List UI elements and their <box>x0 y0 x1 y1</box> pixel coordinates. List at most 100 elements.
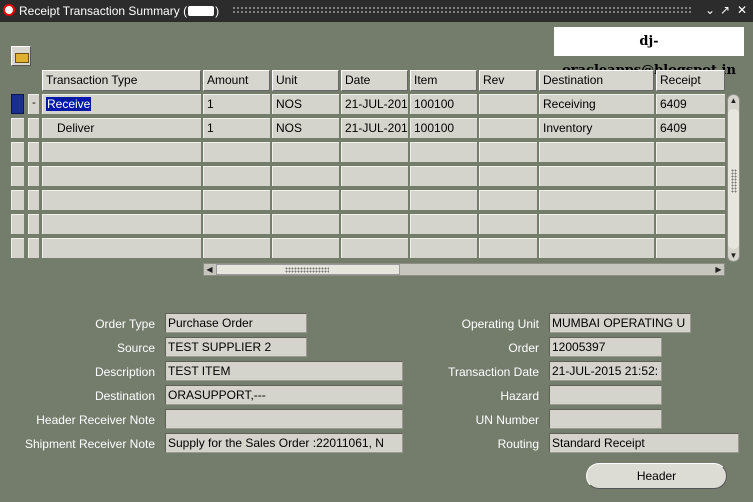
description-field[interactable]: TEST ITEM <box>165 361 403 381</box>
cell-transaction-type[interactable]: Deliver <box>42 118 201 138</box>
cell-amount[interactable] <box>203 214 270 234</box>
cell-unit[interactable] <box>272 166 339 186</box>
shipment-receiver-note-field[interactable]: Supply for the Sales Order :22011061, N <box>165 433 403 453</box>
cell-unit[interactable] <box>272 238 339 258</box>
cell-rev[interactable] <box>479 118 537 138</box>
cell-unit[interactable] <box>272 190 339 210</box>
cell-unit[interactable]: NOS <box>272 118 339 138</box>
cell-rev[interactable] <box>479 94 537 114</box>
un-number-field[interactable] <box>549 409 662 429</box>
scroll-down-icon[interactable]: ▼ <box>728 250 739 261</box>
routing-field[interactable]: Standard Receipt <box>549 433 739 453</box>
cell-transaction-type[interactable] <box>42 214 201 234</box>
row-expander[interactable] <box>28 190 39 210</box>
cell-unit[interactable] <box>272 214 339 234</box>
column-header-unit[interactable]: Unit <box>272 70 339 91</box>
maximize-icon[interactable]: ↗ <box>718 3 732 17</box>
cell-receipt[interactable] <box>656 142 725 162</box>
cell-item[interactable]: 100100 <box>410 94 477 114</box>
cell-amount[interactable] <box>203 166 270 186</box>
cell-amount[interactable] <box>203 238 270 258</box>
row-expander[interactable] <box>28 118 39 138</box>
horizontal-scroll-thumb[interactable] <box>216 264 400 275</box>
order-field[interactable]: 12005397 <box>549 337 662 357</box>
header-button[interactable]: Header <box>586 463 727 489</box>
row-indicator[interactable] <box>11 142 24 162</box>
row-indicator[interactable] <box>11 94 24 114</box>
cell-destination[interactable] <box>539 142 654 162</box>
cell-amount[interactable] <box>203 142 270 162</box>
vertical-scroll-thumb[interactable] <box>728 109 739 249</box>
cell-date[interactable] <box>341 214 408 234</box>
cell-destination[interactable]: Receiving <box>539 94 654 114</box>
cell-date[interactable] <box>341 142 408 162</box>
folder-open-button[interactable] <box>11 46 31 66</box>
row-expander[interactable]: - <box>28 94 39 114</box>
cell-receipt[interactable]: 6409 <box>656 94 725 114</box>
source-field[interactable]: TEST SUPPLIER 2 <box>165 337 307 357</box>
cell-amount[interactable] <box>203 190 270 210</box>
destination-field[interactable]: ORASUPPORT,--- <box>165 385 403 405</box>
cell-destination[interactable]: Inventory <box>539 118 654 138</box>
order-type-field[interactable]: Purchase Order <box>165 313 307 333</box>
cell-rev[interactable] <box>479 238 537 258</box>
cell-rev[interactable] <box>479 166 537 186</box>
cell-item[interactable] <box>410 142 477 162</box>
cell-receipt[interactable] <box>656 238 725 258</box>
cell-receipt[interactable] <box>656 214 725 234</box>
cell-destination[interactable] <box>539 214 654 234</box>
title-bar-grip[interactable] <box>232 6 691 15</box>
hazard-field[interactable] <box>549 385 662 405</box>
column-header-date[interactable]: Date <box>341 70 408 91</box>
cell-receipt[interactable]: 6409 <box>656 118 725 138</box>
cell-item[interactable]: 100100 <box>410 118 477 138</box>
cell-transaction-type[interactable]: Receive <box>42 94 201 114</box>
cell-unit[interactable] <box>272 142 339 162</box>
cell-unit[interactable]: NOS <box>272 94 339 114</box>
cell-transaction-type[interactable] <box>42 142 201 162</box>
column-header-item[interactable]: Item <box>410 70 477 91</box>
scroll-left-icon[interactable]: ◀ <box>204 264 215 275</box>
row-indicator[interactable] <box>11 190 24 210</box>
cell-transaction-type[interactable] <box>42 166 201 186</box>
cell-transaction-type[interactable] <box>42 238 201 258</box>
cell-item[interactable] <box>410 166 477 186</box>
column-header-transaction-type[interactable]: Transaction Type <box>42 70 201 91</box>
header-receiver-note-field[interactable] <box>165 409 403 429</box>
scroll-right-icon[interactable]: ▶ <box>713 264 724 275</box>
cell-date[interactable] <box>341 166 408 186</box>
row-expander[interactable] <box>28 238 39 258</box>
transaction-date-field[interactable]: 21-JUL-2015 21:52: <box>549 361 662 381</box>
cell-amount[interactable]: 1 <box>203 118 270 138</box>
row-expander[interactable] <box>28 214 39 234</box>
cell-transaction-type[interactable] <box>42 190 201 210</box>
cell-item[interactable] <box>410 214 477 234</box>
column-header-destination[interactable]: Destination <box>539 70 654 91</box>
operating-unit-field[interactable]: MUMBAI OPERATING U <box>549 313 691 333</box>
row-indicator[interactable] <box>11 166 24 186</box>
cell-date[interactable]: 21-JUL-201 <box>341 94 408 114</box>
cell-receipt[interactable] <box>656 166 725 186</box>
row-indicator[interactable] <box>11 214 24 234</box>
vertical-scrollbar[interactable]: ▲ ▼ <box>727 94 740 262</box>
row-expander[interactable] <box>28 166 39 186</box>
scroll-up-icon[interactable]: ▲ <box>728 95 739 106</box>
column-header-amount[interactable]: Amount <box>203 70 270 91</box>
cell-destination[interactable] <box>539 238 654 258</box>
row-indicator[interactable] <box>11 238 24 258</box>
column-header-rev[interactable]: Rev <box>479 70 537 91</box>
column-header-receipt[interactable]: Receipt <box>656 70 725 91</box>
cell-item[interactable] <box>410 238 477 258</box>
cell-rev[interactable] <box>479 190 537 210</box>
horizontal-scrollbar[interactable]: ◀ ▶ <box>203 263 725 276</box>
close-icon[interactable]: ✕ <box>735 3 749 17</box>
cell-rev[interactable] <box>479 142 537 162</box>
cell-rev[interactable] <box>479 214 537 234</box>
row-indicator[interactable] <box>11 118 24 138</box>
cell-item[interactable] <box>410 190 477 210</box>
cell-destination[interactable] <box>539 190 654 210</box>
minimize-icon[interactable]: ⌄ <box>703 3 717 17</box>
row-expander[interactable] <box>28 142 39 162</box>
cell-receipt[interactable] <box>656 190 725 210</box>
cell-date[interactable] <box>341 190 408 210</box>
